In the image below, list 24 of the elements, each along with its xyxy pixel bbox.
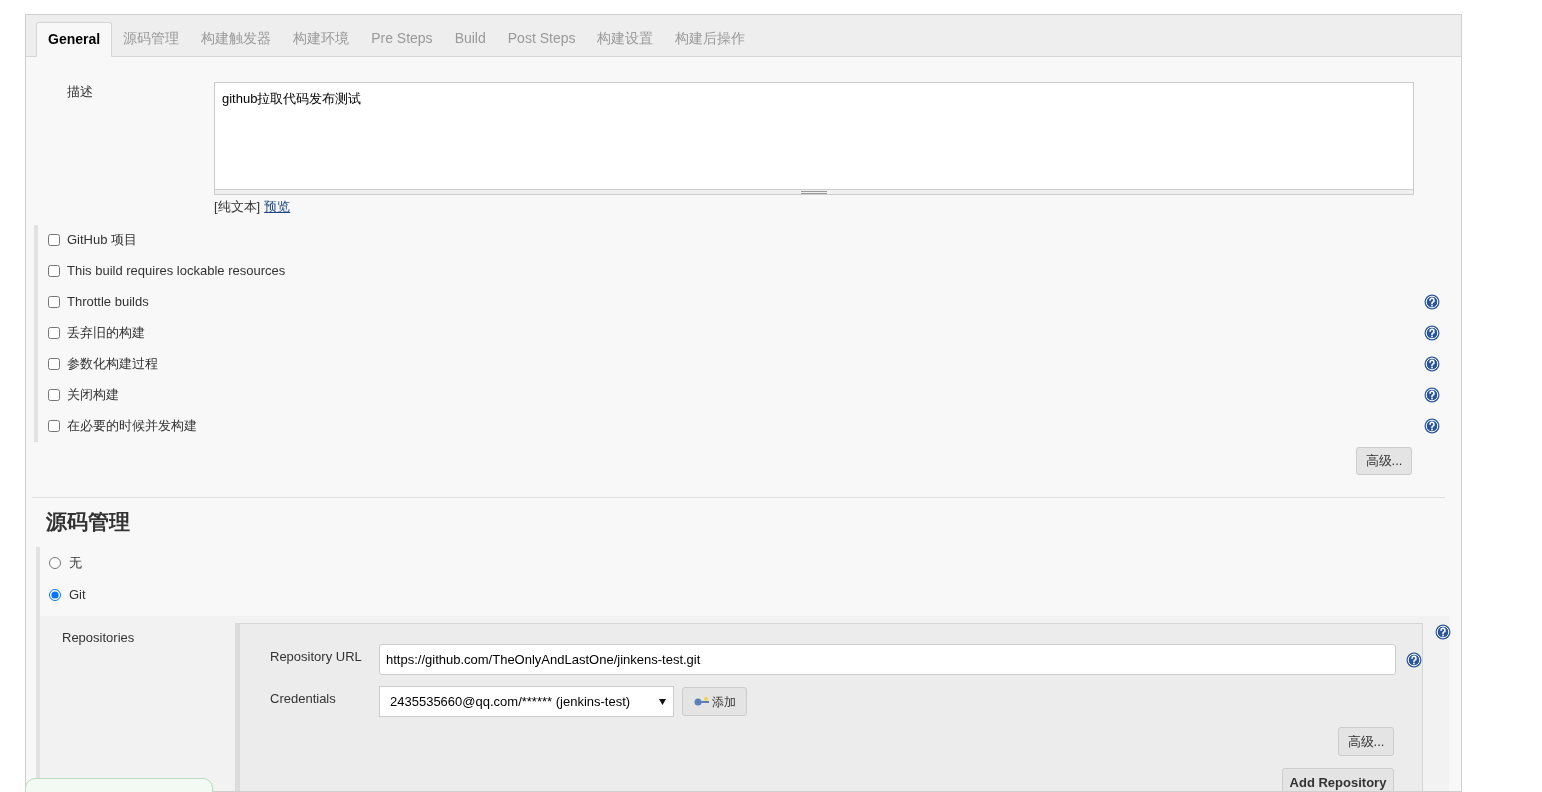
field-label: 描述 (66, 83, 94, 101)
option-label: Throttle builds (67, 293, 149, 312)
add-repository-button[interactable]: Add Repository (1282, 768, 1394, 791)
field-label: Repositories (62, 629, 136, 647)
repository-url-field[interactable]: https://github.com/TheOnlyAndLastOne/jinkens-test.git (379, 644, 1396, 675)
radio-label: Git (69, 586, 86, 605)
format-label: [纯文本] (214, 198, 261, 216)
field-label: Repository URL (270, 648, 363, 667)
preview-link[interactable]: 预览 (264, 197, 291, 217)
add-credentials-button[interactable]: 添加 (682, 687, 747, 716)
radio-label: 无 (69, 554, 82, 573)
option-label: GitHub 项目 (67, 231, 138, 250)
option-label: This build requires lockable resources (67, 262, 286, 281)
option-label: 丢弃旧的构建 (67, 324, 145, 343)
credentials-dropdown[interactable]: 2435535660@qq.com/****** (jenkins-test) (379, 686, 674, 717)
field-label: Credentials (270, 689, 337, 708)
option-label: 参数化构建过程 (67, 355, 158, 374)
option-label: 关闭构建 (67, 386, 119, 405)
description-field[interactable]: github拉取代码发布测试 (214, 82, 1414, 190)
tab[interactable]: General (36, 22, 113, 57)
section-heading: 源码管理 (46, 508, 131, 535)
advanced-button[interactable]: 高级... (1338, 727, 1394, 756)
advanced-button[interactable]: 高级... (1356, 446, 1412, 475)
option-label: 在必要的时候并发构建 (67, 417, 197, 436)
